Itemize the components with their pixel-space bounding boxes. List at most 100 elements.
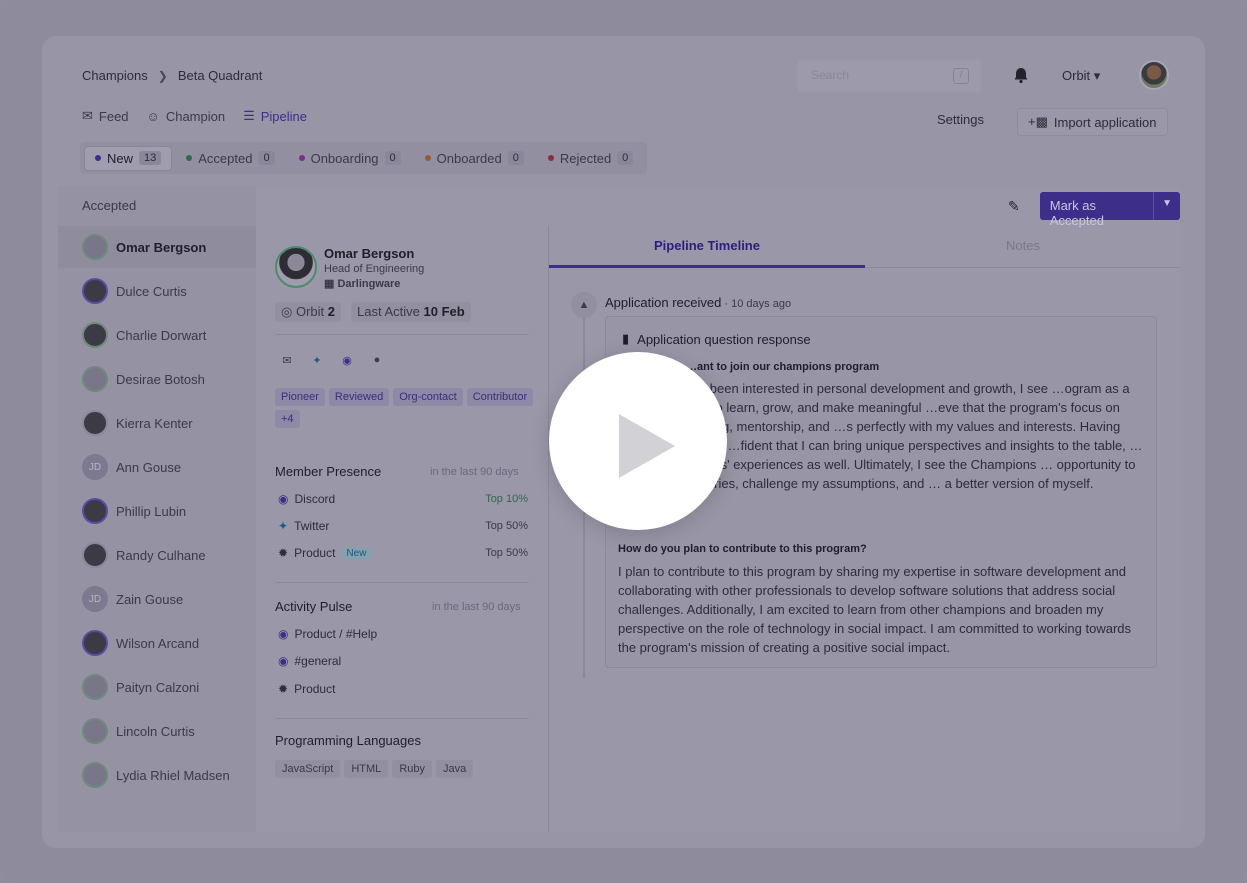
- avatar: JD: [82, 586, 108, 612]
- breadcrumb: Champions ❯ Beta Quadrant: [82, 68, 262, 83]
- workspace-menu-label: Orbit: [1062, 68, 1091, 83]
- member-profile: Omar Bergson Head of Engineering ▦ Darli…: [258, 226, 548, 832]
- social-links: ✉ ✦ ◉ ●: [279, 352, 385, 368]
- last-active: Last Active 10 Feb: [351, 302, 471, 322]
- search-input[interactable]: Search /: [797, 60, 981, 92]
- activity-row[interactable]: ✹ Product: [278, 682, 528, 696]
- status-tabs: New 13 Accepted 0 Onboarding 0 Onboarded…: [80, 142, 648, 174]
- member-item[interactable]: Desirae Botosh: [58, 358, 256, 400]
- play-icon: [619, 414, 675, 478]
- product-icon: ✹: [278, 546, 289, 560]
- github-icon[interactable]: ●: [369, 352, 385, 368]
- profile-company: ▦ Darlingware: [324, 277, 400, 290]
- status-tab-new[interactable]: New 13: [84, 145, 173, 171]
- status-tab-onboarded[interactable]: Onboarded 0: [415, 147, 534, 170]
- status-tab-label: Onboarding: [310, 150, 379, 166]
- new-badge: New: [341, 546, 372, 560]
- tab-pipeline[interactable]: ☰ Pipeline: [243, 108, 307, 124]
- tag[interactable]: Pioneer: [275, 388, 325, 406]
- avatar: [82, 542, 108, 568]
- member-name: Randy Culhane: [116, 547, 206, 563]
- status-tab-label: Accepted: [198, 150, 253, 166]
- activity-label: Product / #Help: [294, 627, 378, 641]
- tab-notes[interactable]: Notes: [865, 238, 1181, 253]
- settings-button[interactable]: Settings: [937, 112, 984, 127]
- member-item[interactable]: JD Ann Gouse: [58, 446, 256, 488]
- note-add-icon[interactable]: ✎: [1008, 198, 1020, 215]
- member-item[interactable]: Lydia Rhiel Madsen: [58, 754, 256, 796]
- member-name: Dulce Curtis: [116, 283, 187, 299]
- document-icon: ▮: [622, 331, 630, 346]
- divider: [275, 582, 529, 583]
- member-presence-note: in the last 90 days: [430, 466, 519, 478]
- activity-row[interactable]: ◉ Product / #Help: [278, 627, 528, 641]
- tab-pipeline-timeline[interactable]: Pipeline Timeline: [549, 238, 865, 253]
- member-name: Desirae Botosh: [116, 371, 205, 387]
- status-count: 0: [617, 151, 634, 165]
- member-item[interactable]: Dulce Curtis: [58, 270, 256, 312]
- member-name: Ann Gouse: [116, 459, 182, 475]
- member-item[interactable]: Wilson Arcand: [58, 622, 256, 664]
- status-dot: [424, 155, 431, 161]
- member-name: Phillip Lubin: [116, 503, 187, 519]
- play-button[interactable]: [549, 352, 727, 530]
- tag-more[interactable]: +4: [275, 410, 300, 428]
- member-item[interactable]: Paityn Calzoni: [58, 666, 256, 708]
- tab-champion[interactable]: ☺ Champion: [147, 108, 226, 124]
- tag-list: Pioneer Reviewed Org-contact Contributor…: [275, 388, 535, 428]
- member-presence-title: Member Presence: [275, 464, 382, 479]
- status-tab-accepted[interactable]: Accepted 0: [176, 147, 284, 170]
- breadcrumb-current[interactable]: Beta Quadrant: [178, 68, 263, 83]
- status-count: 13: [139, 151, 162, 165]
- mark-as-accepted-button[interactable]: Mark as Accepted ▼: [1039, 192, 1180, 228]
- status-tab-onboarding[interactable]: Onboarding 0: [289, 147, 411, 170]
- detail-toolbar: ✎ Mark as Accepted ▼: [1008, 192, 1180, 228]
- member-item[interactable]: JD Zain Gouse: [58, 578, 256, 620]
- user-avatar[interactable]: [1139, 60, 1169, 90]
- card-title-text: Application question response: [637, 331, 811, 347]
- avatar: [82, 498, 108, 524]
- status-dot: [95, 155, 101, 161]
- last-active-label: Last Active: [357, 304, 420, 319]
- activity-row[interactable]: ◉ #general: [278, 654, 528, 668]
- orbit-label: Orbit: [295, 304, 325, 319]
- member-item[interactable]: Omar Bergson: [58, 226, 256, 268]
- avatar: [82, 410, 108, 436]
- tag[interactable]: Contributor: [466, 388, 534, 406]
- status-tab-rejected[interactable]: Rejected 0: [538, 147, 643, 170]
- member-name: Lydia Rhiel Madsen: [116, 767, 230, 783]
- breadcrumb-root[interactable]: Champions: [82, 68, 148, 83]
- workspace-menu[interactable]: Orbit ▾: [1062, 68, 1100, 84]
- tag[interactable]: Reviewed: [328, 388, 390, 406]
- member-item[interactable]: Charlie Dorwart: [58, 314, 256, 356]
- discord-icon[interactable]: ◉: [339, 352, 355, 368]
- answer-text: I plan to contribute to this program by …: [618, 564, 1132, 655]
- bell-icon[interactable]: [1012, 66, 1030, 84]
- presence-value: Top 50%: [485, 547, 528, 559]
- twitter-icon[interactable]: ✦: [309, 352, 325, 368]
- member-item[interactable]: Lincoln Curtis: [58, 710, 256, 752]
- orbit-value: 2: [327, 304, 335, 319]
- section-nav: ✉ Feed ☺ Champion ☰ Pipeline: [82, 108, 307, 124]
- language-tag: Java: [436, 760, 474, 778]
- tag[interactable]: Org-contact: [393, 388, 463, 406]
- divider: [275, 718, 529, 719]
- member-name: Charlie Dorwart: [116, 327, 207, 343]
- event-time: · 10 days ago: [721, 298, 792, 310]
- caret-down-icon[interactable]: ▼: [1154, 192, 1180, 220]
- language-tag: JavaScript: [275, 760, 341, 778]
- member-item[interactable]: Kierra Kenter: [58, 402, 256, 444]
- presence-label: Discord: [294, 492, 336, 506]
- presence-value: Top 10%: [485, 493, 528, 505]
- tab-feed-label: Feed: [98, 108, 129, 124]
- presence-row: ◉ Discord Top 10%: [278, 492, 528, 506]
- mail-icon[interactable]: ✉: [279, 352, 295, 368]
- member-item[interactable]: Phillip Lubin: [58, 490, 256, 532]
- import-application-button[interactable]: +▩ Import application: [1017, 108, 1168, 136]
- top-bar: Champions ❯ Beta Quadrant Search / Orbit…: [42, 36, 1205, 186]
- mark-as-accepted-label: Mark as Accepted: [1040, 192, 1155, 228]
- tab-feed[interactable]: ✉ Feed: [82, 108, 129, 124]
- member-item[interactable]: Randy Culhane: [58, 534, 256, 576]
- avatar: [82, 718, 108, 744]
- presence-label: Product: [294, 546, 336, 560]
